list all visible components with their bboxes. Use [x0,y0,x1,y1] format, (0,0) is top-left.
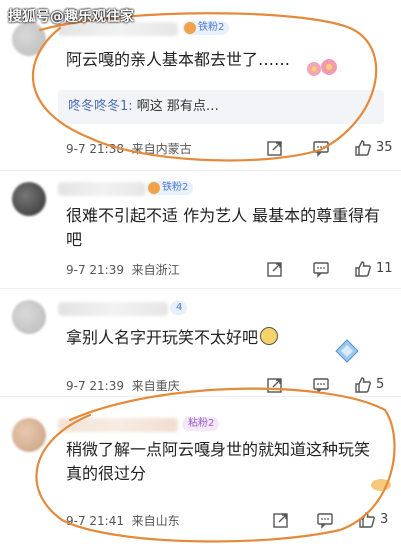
like-count: 11 [376,261,393,276]
fan-badge: 粘粉2 [182,417,220,431]
share-icon[interactable] [266,139,284,157]
fan-badge: 铁粉2 [182,21,230,35]
comment-icon[interactable] [312,260,330,278]
comment-icon[interactable] [316,511,334,529]
comment-3: 4 拿别人名字开玩笑不太好吧 9-7 21:39 来自重庆 5 [0,288,401,396]
comment-meta: 9-7 21:38 来自内蒙古 [66,140,192,157]
comment-time: 9-7 21:39 [66,263,124,277]
comment-actions: 11 [266,260,396,278]
comment-location: 来自浙江 [131,263,180,277]
flower-emoji-icon [307,59,337,76]
share-icon[interactable] [272,511,290,529]
watermark: 搜狐号@趣乐观往家 [8,9,134,25]
username-blurred[interactable] [58,418,178,432]
share-icon[interactable] [266,376,284,394]
sticker-icon [371,479,391,491]
comment-location: 来自山东 [131,514,180,528]
comment-icon[interactable] [312,376,330,394]
comment-text: 很难不引起不适 作为艺人 最基本的尊重得有吧 [66,206,381,249]
comment-meta: 9-7 21:39 来自浙江 [66,261,180,278]
like-icon[interactable] [358,511,376,529]
fan-badge: 铁粉2 [146,181,194,195]
fan-badge-icon [184,22,196,34]
like-icon[interactable] [354,260,372,278]
avatar[interactable] [12,300,46,334]
like-count: 35 [376,140,393,155]
comment-actions: 3 [272,511,397,529]
comment-actions: 5 [266,376,396,394]
share-icon[interactable] [266,260,284,278]
like-count: 5 [376,377,385,392]
comment-location: 来自重庆 [131,379,180,393]
comment-location: 来自内蒙古 [131,142,192,156]
reply-text: 啊这 那有点… [132,99,219,114]
avatar[interactable] [12,22,46,56]
diamond-sticker-icon [335,339,359,363]
fan-badge-icon [148,182,160,194]
like-icon[interactable] [354,139,372,157]
fan-badge: 4 [170,301,188,315]
username-blurred[interactable] [58,302,168,316]
avatar[interactable] [12,418,46,452]
avatar[interactable] [12,182,46,216]
like-count: 3 [380,512,389,527]
comment-4: 粘粉2 稍微了解一点阿云嘎身世的就知道这种玩笑真的很过分 9-7 21:41 来… [0,396,401,546]
comment-time: 9-7 21:38 [66,142,124,156]
comment-2: 铁粉2 很难不引起不适 作为艺人 最基本的尊重得有吧 9-7 21:39 来自浙… [0,170,401,288]
username-blurred[interactable] [58,182,146,196]
comment-meta: 9-7 21:39 来自重庆 [66,377,180,394]
comment-meta: 9-7 21:41 来自山东 [66,512,180,529]
comment-icon[interactable] [312,139,330,157]
comment-actions: 35 [266,139,396,157]
face-emoji-icon [260,327,279,345]
like-icon[interactable] [354,376,372,394]
comment-time: 9-7 21:41 [66,514,124,528]
reply-preview[interactable]: 咚冬咚冬1: 啊这 那有点… [58,90,384,124]
comment-text: 稍微了解一点阿云嘎身世的就知道这种玩笑真的很过分 [66,440,371,483]
reply-username[interactable]: 咚冬咚冬1: [68,99,133,114]
comment-time: 9-7 21:39 [66,379,124,393]
